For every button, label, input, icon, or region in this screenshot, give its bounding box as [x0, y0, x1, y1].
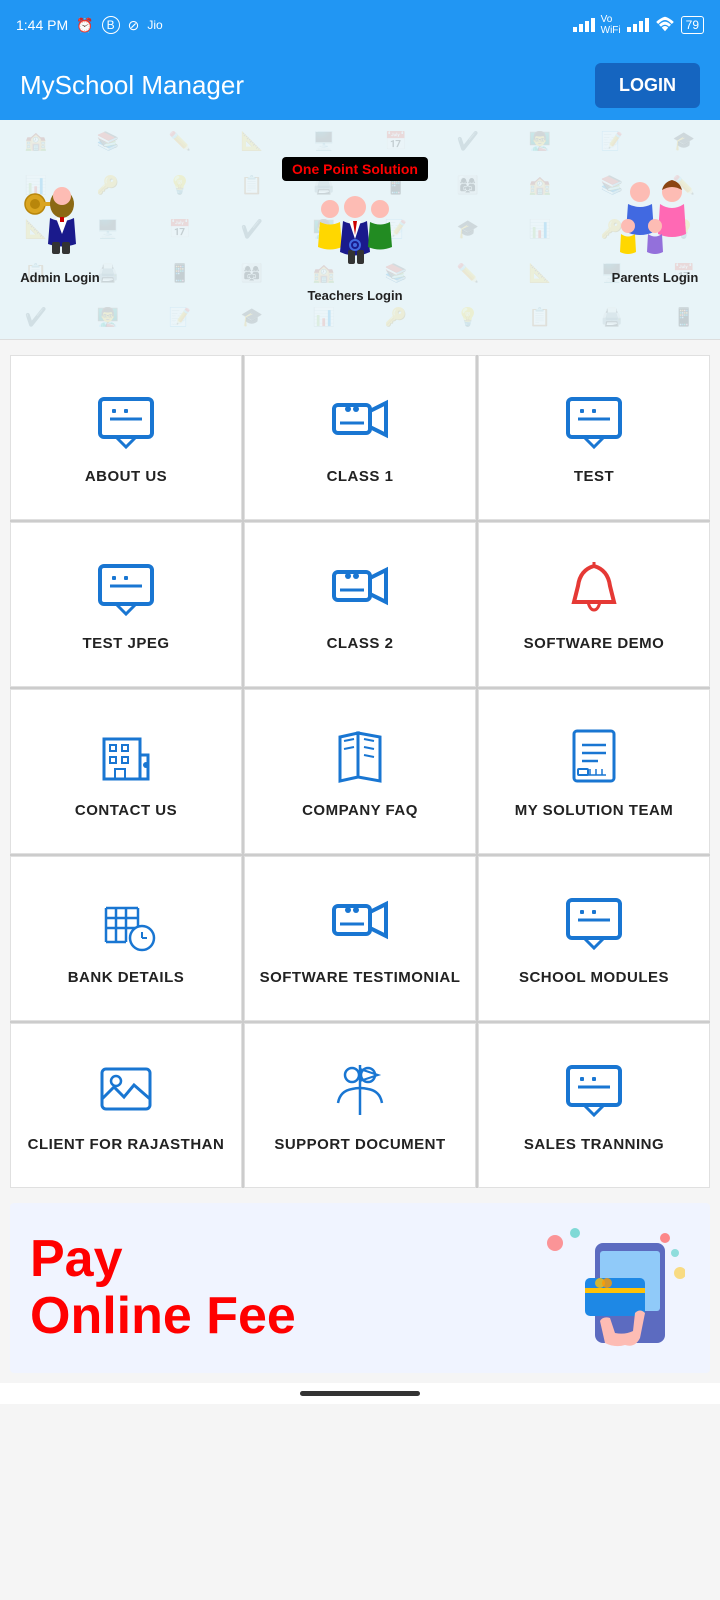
grid-item-about-us[interactable]: ABOUT US [10, 355, 242, 520]
vo-wifi-label: VoWiFi [601, 14, 621, 36]
hero-banner: 🏫📚✏️📐🖥️📅✔️👨‍🏫📝🎓 📊🔑💡📋🖨️📱👩‍👩‍👧🏫📚✏️ 📐🖥️📅✔️👨… [0, 120, 720, 340]
signal-bars [573, 18, 595, 32]
admin-section: Admin Login [20, 174, 100, 285]
login-button[interactable]: LOGIN [595, 63, 700, 108]
test-icon [564, 391, 624, 456]
payment-illustration [535, 1223, 685, 1353]
school-modules-label: SCHOOL MODULES [519, 969, 669, 986]
pay-text-container: Pay Online Fee [30, 1231, 296, 1345]
home-bar [300, 1391, 420, 1396]
jio-label: Jio [147, 18, 162, 32]
alarm-icon: ⏰ [76, 17, 93, 34]
banner-content: Admin Login One Point Solution [0, 147, 720, 313]
contact-us-icon [96, 725, 156, 790]
contact-us-label: CONTACT US [75, 802, 177, 819]
grid-item-bank-details[interactable]: BANK DETAILS [10, 856, 242, 1021]
class-1-icon [330, 391, 390, 456]
wifi-icon [655, 16, 675, 35]
client-rajasthan-label: CLIENT FOR RAJASTHAN [28, 1136, 225, 1153]
grid-item-my-solution-team[interactable]: MY SOLUTION TEAM [478, 689, 710, 854]
grid-item-class-2[interactable]: CLASS 2 [244, 522, 476, 687]
parents-section: Parents Login [610, 174, 700, 285]
grid-item-class-1[interactable]: CLASS 1 [244, 355, 476, 520]
teacher-section: One Point Solution [282, 157, 428, 303]
support-document-label: SUPPORT DOCUMENT [274, 1136, 445, 1153]
about-us-icon [96, 391, 156, 456]
teachers-icon [310, 187, 400, 282]
pay-line1: Pay [30, 1231, 296, 1288]
status-bar: 1:44 PM ⏰ B ⊘ Jio VoWiFi 79 [0, 0, 720, 50]
grid-item-client-rajasthan[interactable]: CLIENT FOR RAJASTHAN [10, 1023, 242, 1188]
home-indicator [0, 1383, 720, 1404]
my-solution-team-label: MY SOLUTION TEAM [515, 802, 674, 819]
signal-bars-2 [627, 18, 649, 32]
menu-grid: ABOUT US CLASS 1 TEST TEST JPEG [10, 355, 710, 1188]
teachers-label: Teachers Login [307, 288, 402, 303]
my-solution-team-icon [564, 725, 624, 790]
signal-icon-2: ⊘ [128, 17, 140, 34]
status-right: VoWiFi 79 [573, 14, 704, 36]
bottom-banner: Pay Online Fee [10, 1203, 710, 1373]
parents-icon [610, 174, 700, 264]
grid-item-support-document[interactable]: SUPPORT DOCUMENT [244, 1023, 476, 1188]
grid-item-software-demo[interactable]: SOFTWARE DEMO [478, 522, 710, 687]
grid-item-test[interactable]: TEST [478, 355, 710, 520]
app-title: MySchool Manager [20, 70, 244, 101]
class-2-label: CLASS 2 [327, 635, 394, 652]
software-demo-icon [564, 558, 624, 623]
status-left: 1:44 PM ⏰ B ⊘ Jio [16, 16, 163, 34]
about-us-label: ABOUT US [85, 468, 167, 485]
school-modules-icon [564, 892, 624, 957]
software-testimonial-label: SOFTWARE TESTIMONIAL [260, 969, 461, 986]
class-1-label: CLASS 1 [327, 468, 394, 485]
grid-item-software-testimonial[interactable]: SOFTWARE TESTIMONIAL [244, 856, 476, 1021]
company-faq-icon [330, 725, 390, 790]
test-jpeg-label: TEST JPEG [82, 635, 169, 652]
bank-details-icon [96, 892, 156, 957]
pay-line2: Online Fee [30, 1288, 296, 1345]
test-label: TEST [574, 468, 614, 485]
admin-icon [20, 174, 100, 264]
bank-details-label: BANK DETAILS [68, 969, 185, 986]
time-display: 1:44 PM [16, 17, 68, 33]
class-2-icon [330, 558, 390, 623]
company-faq-label: COMPANY FAQ [302, 802, 418, 819]
sales-tranning-icon [564, 1059, 624, 1124]
phone-graphic [530, 1223, 690, 1353]
sales-tranning-label: SALES TRANNING [524, 1136, 664, 1153]
parents-label: Parents Login [612, 270, 699, 285]
software-testimonial-icon [330, 892, 390, 957]
grid-item-test-jpeg[interactable]: TEST JPEG [10, 522, 242, 687]
grid-item-company-faq[interactable]: COMPANY FAQ [244, 689, 476, 854]
client-rajasthan-icon [96, 1059, 156, 1124]
b-icon: B [102, 16, 120, 34]
test-jpeg-icon [96, 558, 156, 623]
battery-display: 79 [681, 16, 704, 34]
one-point-label: One Point Solution [282, 157, 428, 181]
grid-item-sales-tranning[interactable]: SALES TRANNING [478, 1023, 710, 1188]
support-document-icon [330, 1059, 390, 1124]
software-demo-label: SOFTWARE DEMO [524, 635, 665, 652]
grid-item-contact-us[interactable]: CONTACT US [10, 689, 242, 854]
grid-item-school-modules[interactable]: SCHOOL MODULES [478, 856, 710, 1021]
admin-label: Admin Login [20, 270, 99, 285]
app-bar: MySchool Manager LOGIN [0, 50, 720, 120]
